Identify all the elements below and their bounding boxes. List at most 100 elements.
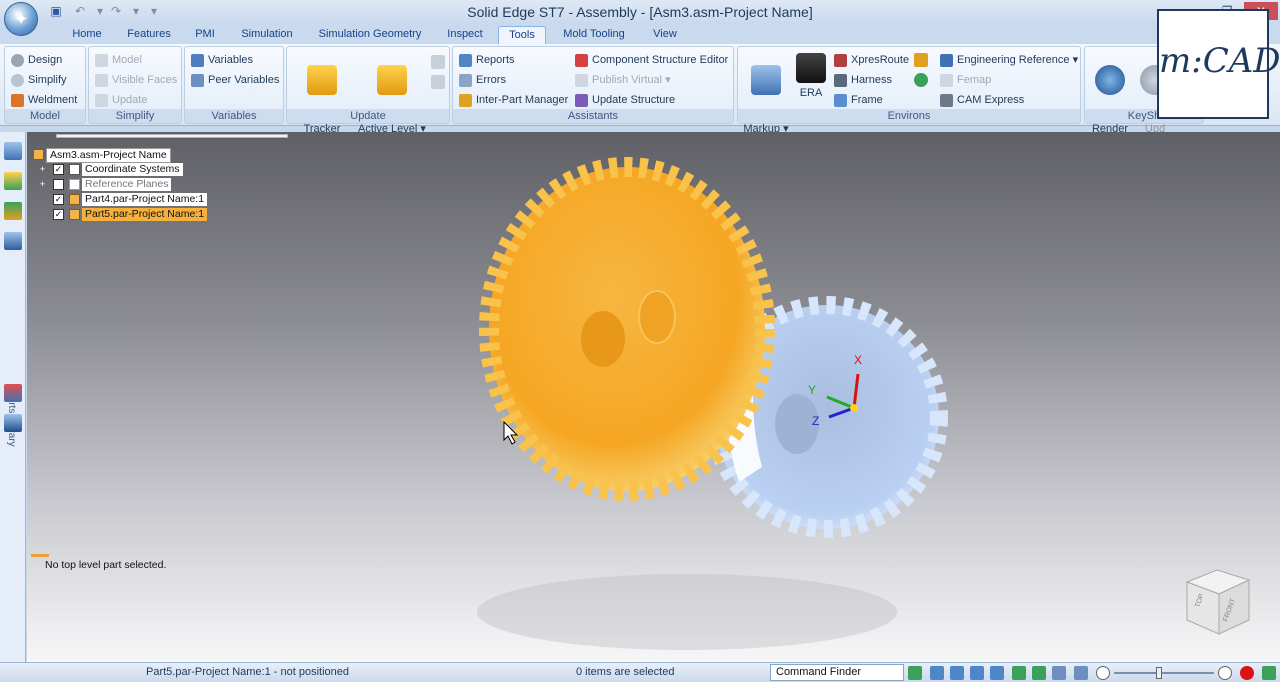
errors-label: Errors (476, 74, 506, 86)
ground-shadow (477, 574, 897, 650)
engineering-reference-button[interactable]: Engineering Reference ▾ (940, 51, 1078, 69)
inter-part-manager-button[interactable]: Inter-Part Manager (459, 91, 568, 109)
reports-icon (459, 53, 472, 67)
component-structure-editor-icon (575, 53, 588, 67)
publish-virtual-button[interactable]: Publish Virtual ▾ (575, 71, 671, 89)
large-gear[interactable] (479, 157, 775, 501)
weldment-button[interactable]: Weldment (11, 91, 77, 109)
femap-label: Femap (957, 74, 992, 86)
status-left-text: Part5.par-Project Name:1 - not positione… (146, 666, 349, 678)
variables-label: Variables (208, 54, 254, 66)
pathfinder-icon[interactable] (4, 142, 22, 160)
update-simplify-label: Update (112, 94, 148, 106)
variables-group: Variables Peer Variables Variables (184, 46, 284, 124)
harness-label: Harness (851, 74, 892, 86)
publish-virtual-icon (575, 73, 588, 87)
sketch-view-icon[interactable] (1032, 666, 1046, 680)
component-tracker-icon (307, 65, 337, 95)
update-simplify-button[interactable]: Update (95, 91, 147, 109)
tab-simulation[interactable]: Simulation (232, 26, 302, 44)
weldment-label: Weldment (28, 94, 78, 106)
harness-icon (834, 73, 847, 87)
update-active-level-icon (377, 65, 407, 95)
assistants-group: Reports Errors Inter-Part Manager Compon… (452, 46, 734, 124)
update-small-icon-2[interactable] (431, 75, 445, 89)
command-finder-input[interactable]: Command Finder (770, 664, 904, 681)
xpresroute-label: XpresRoute (851, 54, 910, 66)
graphics-viewport[interactable]: Asm3.asm-Project Name + ✓ Coordinate Sys… (27, 132, 1280, 662)
era-icon (796, 53, 826, 83)
tab-home[interactable]: Home (62, 26, 112, 44)
design-label: Design (28, 54, 63, 66)
update-small-icon-1[interactable] (431, 55, 445, 69)
peer-variables-button[interactable]: Peer Variables (191, 71, 279, 89)
zoom-out-icon[interactable] (1096, 666, 1110, 680)
environs-group-label: Environs (738, 109, 1080, 123)
zoom-area-icon[interactable] (970, 666, 984, 680)
application-menu-button[interactable]: ✦ (4, 2, 38, 36)
views-icon[interactable] (1052, 666, 1066, 680)
tab-features[interactable]: Features (118, 26, 180, 44)
harness-button[interactable]: Harness (834, 71, 892, 89)
refresh-icon[interactable] (908, 666, 922, 680)
axis-x-label: X (854, 353, 862, 367)
expand-up-icon[interactable] (1262, 666, 1276, 680)
variables-button[interactable]: Variables (191, 51, 253, 69)
simplify-button[interactable]: Simplify (11, 71, 67, 89)
cam-express-button[interactable]: CAM Express (940, 91, 1024, 109)
design-button[interactable]: Design (11, 51, 62, 69)
component-structure-editor-button[interactable]: Component Structure Editor (575, 51, 728, 69)
tab-inspect[interactable]: Inspect (438, 26, 492, 44)
layers-icon[interactable] (4, 172, 22, 190)
reports-button[interactable]: Reports (459, 51, 515, 69)
visible-faces-icon (95, 73, 108, 87)
tab-tools[interactable]: Tools (498, 26, 546, 44)
frame-button[interactable]: Frame (834, 91, 883, 109)
design-icon (11, 53, 24, 67)
tab-mold-tooling[interactable]: Mold Tooling (554, 26, 634, 44)
zoom-in-icon[interactable] (1218, 666, 1232, 680)
environs-small-icon-2[interactable] (914, 73, 928, 87)
engineering-reference-label: Engineering Reference ▾ (957, 54, 1079, 66)
record-icon[interactable] (1240, 666, 1254, 680)
app-logo-icon: ✦ (13, 8, 29, 29)
parts-library-icon[interactable] (4, 232, 22, 250)
rotate-icon[interactable] (1012, 666, 1026, 680)
femap-button[interactable]: Femap (940, 71, 991, 89)
gear-assembly-graphic: X Y Z TOP FRONT (477, 157, 1251, 650)
component-structure-editor-label: Component Structure Editor (592, 54, 729, 66)
era-button[interactable]: ERA (794, 53, 828, 99)
model-button[interactable]: Model (95, 51, 142, 69)
view-cube[interactable]: TOP FRONT (1185, 569, 1251, 635)
tab-pmi[interactable]: PMI (186, 26, 224, 44)
sensors-icon[interactable] (4, 384, 22, 402)
styles-icon[interactable] (1074, 666, 1088, 680)
environs-small-icon-1[interactable] (914, 53, 928, 67)
select-tools-icon[interactable] (4, 202, 22, 220)
update-structure-label: Update Structure (592, 94, 676, 106)
view-icon[interactable] (4, 414, 22, 432)
simplify-group: Model Visible Faces Update Simplify (88, 46, 182, 124)
fit-icon[interactable] (930, 666, 944, 680)
zoom-slider[interactable] (1114, 672, 1214, 674)
zoom-icon[interactable] (950, 666, 964, 680)
pan-icon[interactable] (990, 666, 1004, 680)
simplify-icon (11, 73, 24, 87)
xpresroute-button[interactable]: XpresRoute (834, 51, 909, 69)
visible-faces-button[interactable]: Visible Faces (95, 71, 177, 89)
update-structure-icon (575, 93, 588, 107)
environs-group: View and Markup ▾ ERA XpresRoute Harness… (737, 46, 1081, 135)
zoom-slider-thumb[interactable] (1156, 667, 1162, 679)
era-label: ERA (799, 87, 823, 99)
update-structure-button[interactable]: Update Structure (575, 91, 675, 109)
mcad-logo: m:CAD (1157, 9, 1280, 119)
model-group: Design Simplify Weldment Model (4, 46, 86, 124)
view-and-markup-icon (751, 65, 781, 95)
tab-view[interactable]: View (644, 26, 686, 44)
tab-simulation-geometry[interactable]: Simulation Geometry (310, 26, 430, 44)
model-group-label: Model (5, 109, 85, 123)
status-bar: Part5.par-Project Name:1 - not positione… (0, 662, 1280, 682)
left-toolbar: Parts Library (0, 132, 26, 662)
inter-part-manager-icon (459, 93, 472, 107)
errors-button[interactable]: Errors (459, 71, 506, 89)
